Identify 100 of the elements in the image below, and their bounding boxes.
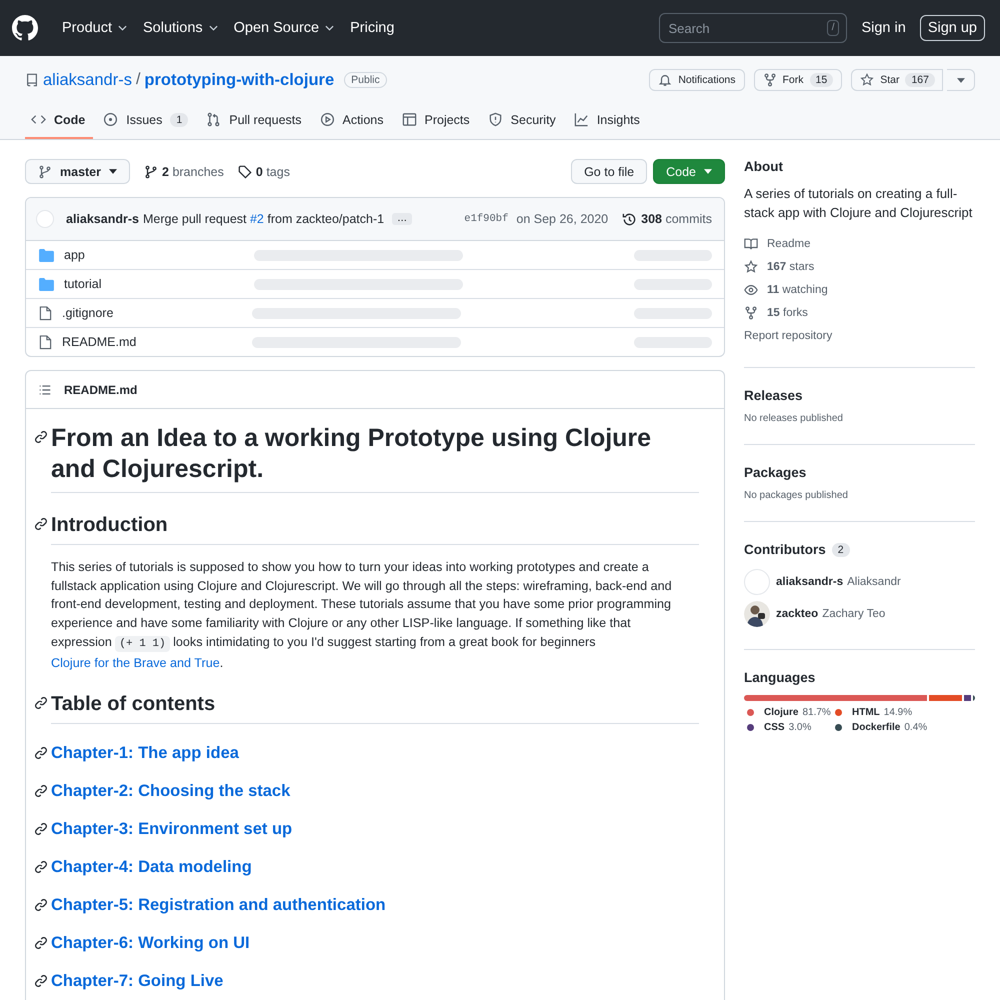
report-link[interactable]: Report repository <box>744 324 975 347</box>
file-name-link[interactable]: README.md <box>62 335 252 349</box>
language-name[interactable]: CSS <box>764 722 785 733</box>
caret-icon <box>956 78 964 82</box>
fork-icon <box>744 306 758 320</box>
contributors-heading: Contributors <box>744 542 826 557</box>
chapter-link[interactable]: Chapter-5: Registration and authentication <box>51 894 386 916</box>
languages-heading: Languages <box>744 670 816 685</box>
language-percent: 0.4% <box>904 722 928 733</box>
file-icon <box>39 334 52 350</box>
link-icon[interactable] <box>34 430 48 444</box>
nav-link[interactable]: Pricing <box>344 20 400 36</box>
link-icon[interactable] <box>34 822 48 836</box>
link-icon[interactable] <box>34 860 48 874</box>
file-name-link[interactable]: tutorial <box>64 277 254 291</box>
github-logo-icon[interactable] <box>12 15 38 41</box>
shield-icon <box>488 112 503 127</box>
repository-tab[interactable]: Issues 1 <box>97 103 196 139</box>
contributor-name: Aliaksandr <box>847 576 901 588</box>
repository-tab[interactable]: Actions <box>314 103 392 139</box>
nav-link[interactable]: Product <box>56 20 133 36</box>
eye-icon <box>744 282 758 296</box>
branch-selector[interactable]: master <box>25 159 130 184</box>
owner-link[interactable]: aliaksandr-s <box>43 70 132 90</box>
link-icon[interactable] <box>34 898 48 912</box>
packages-heading: Packages <box>744 465 808 480</box>
section-heading: Table of contents <box>51 692 699 724</box>
repository-tab[interactable]: Security <box>482 103 564 139</box>
releases-note: No releases published <box>744 413 844 424</box>
list-icon[interactable] <box>38 382 52 396</box>
readme-file-link[interactable]: README.md <box>64 382 138 396</box>
expand-button[interactable]: … <box>392 213 412 225</box>
contributor-link[interactable]: zackteo <box>776 608 818 620</box>
chapter-link[interactable]: Chapter-1: The app idea <box>51 742 239 764</box>
contributor-link[interactable]: aliaksandr-s <box>776 576 844 588</box>
language-percent: 14.9% <box>884 707 912 718</box>
fork-button[interactable]: Fork 15 <box>754 69 842 91</box>
repository-name-link[interactable]: prototyping-with-clojure <box>144 70 334 90</box>
sidebar-link[interactable]: 167 stars <box>744 255 975 278</box>
repository-description: A series of tutorials on creating a full-stack app with Clojure and Clojurescript <box>744 185 974 222</box>
branch-icon <box>38 164 52 178</box>
sidebar-link[interactable]: 15 forks <box>744 301 975 324</box>
repository-tab[interactable]: Pull requests <box>200 103 310 139</box>
caret-icon <box>109 169 117 174</box>
star-dropdown-button[interactable] <box>947 69 975 91</box>
language-name[interactable]: HTML <box>852 707 880 718</box>
commit-message: Merge pull request #2 from zackteo/patch-1 <box>142 212 384 226</box>
nav-link[interactable]: Open Source <box>228 20 340 36</box>
pull-request-link[interactable]: #2 <box>250 212 264 226</box>
book-icon <box>744 236 758 250</box>
sign-up-button[interactable]: Sign up <box>920 15 985 41</box>
link-icon[interactable] <box>34 974 48 988</box>
folder-icon <box>39 278 54 290</box>
packages-note: No packages published <box>744 490 849 501</box>
repository-tab[interactable]: Insights <box>568 103 648 139</box>
star-icon <box>744 260 758 274</box>
commit-hash[interactable]: e1f90bf <box>464 213 508 225</box>
notifications-button[interactable]: Notifications <box>649 69 745 91</box>
chapter-link[interactable]: Chapter-2: Choosing the stack <box>51 780 290 802</box>
star-icon <box>860 73 874 87</box>
tags-link[interactable]: 0 tags <box>238 164 290 178</box>
sidebar-link[interactable]: 11 watching <box>744 278 975 301</box>
link-icon[interactable] <box>34 784 48 798</box>
table-icon <box>402 112 416 127</box>
chapter-link[interactable]: Chapter-7: Going Live <box>51 970 224 992</box>
avatar[interactable] <box>744 601 770 627</box>
nav-link[interactable]: Solutions <box>136 20 224 36</box>
bell-icon <box>658 73 672 87</box>
file-name-link[interactable]: .gitignore <box>62 306 252 320</box>
book-link[interactable]: Clojure for the Brave and True <box>51 656 220 670</box>
language-name[interactable]: Dockerfile <box>852 722 900 733</box>
repository-tab[interactable]: Projects <box>396 103 478 139</box>
star-button[interactable]: Star 167 <box>851 69 943 91</box>
sign-in-link[interactable]: Sign in <box>855 20 912 36</box>
sidebar-link[interactable]: Readme <box>744 232 975 255</box>
branches-link[interactable]: 2 branches <box>144 164 224 178</box>
link-icon[interactable] <box>34 936 48 950</box>
section-heading: Introduction <box>51 513 699 545</box>
language-name[interactable]: Clojure <box>764 707 798 718</box>
folder-icon <box>39 248 54 262</box>
chapter-link[interactable]: Chapter-6: Working on UI <box>51 932 250 954</box>
chapter-link[interactable]: Chapter-4: Data modeling <box>51 856 252 878</box>
count-badge: 15 <box>810 73 834 87</box>
caret-icon <box>704 169 712 174</box>
repository-tab[interactable]: Code <box>25 103 94 139</box>
file-name-link[interactable]: app <box>64 248 254 262</box>
link-icon[interactable] <box>34 696 48 710</box>
commits-link[interactable]: 308 commits <box>622 212 712 226</box>
commit-author[interactable]: aliaksandr-s <box>66 212 139 226</box>
count-badge: 1 <box>170 112 188 126</box>
play-icon <box>320 112 334 127</box>
releases-heading: Releases <box>744 388 804 403</box>
go-to-file-button[interactable]: Go to file <box>571 159 648 184</box>
path-separator: / <box>136 71 140 89</box>
link-icon[interactable] <box>34 746 48 760</box>
chapter-link[interactable]: Chapter-3: Environment set up <box>51 818 292 840</box>
graph-icon <box>574 112 589 127</box>
code-button[interactable]: Code <box>653 159 725 184</box>
link-icon[interactable] <box>34 517 48 531</box>
keyboard-shortcut: / <box>826 20 840 36</box>
